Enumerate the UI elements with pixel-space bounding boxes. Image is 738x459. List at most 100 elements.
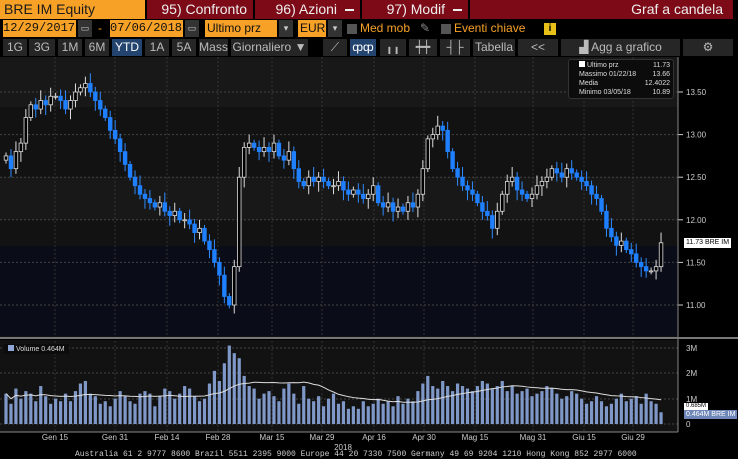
candle	[58, 95, 63, 101]
x-tick-label: Mag 15	[461, 433, 489, 442]
candle	[127, 164, 133, 178]
volume-bar	[29, 393, 33, 424]
candle	[187, 219, 192, 225]
volume-tick-label: 3M	[686, 344, 697, 353]
price-tick-label: 13.50	[686, 88, 707, 97]
candle	[375, 185, 381, 204]
candle	[197, 227, 202, 233]
candle	[569, 168, 574, 174]
volume-bar	[297, 403, 301, 424]
volume-bar	[317, 396, 321, 424]
candle	[217, 261, 222, 276]
candle	[445, 129, 450, 153]
volume-bar	[505, 391, 509, 424]
candle	[653, 266, 659, 272]
candle	[490, 215, 495, 229]
candle	[549, 168, 555, 178]
candle	[425, 138, 431, 170]
volume-bar	[247, 386, 251, 424]
volume-bar	[277, 401, 281, 424]
volume-swatch-icon	[8, 345, 14, 351]
volume-bar	[341, 401, 346, 424]
volume-bar	[535, 393, 539, 424]
candle	[638, 261, 644, 268]
candle	[132, 176, 138, 187]
volume-bar	[44, 396, 48, 424]
volume-bar	[351, 406, 355, 424]
candle	[356, 189, 361, 195]
volume-bar	[207, 383, 212, 424]
volume-bar	[550, 388, 554, 424]
volume-bar	[54, 398, 58, 424]
volume-bar	[24, 391, 28, 424]
candle	[227, 296, 232, 306]
volume-bar	[302, 386, 306, 424]
legend-avg-label: Media	[579, 80, 599, 87]
volume-bar	[153, 406, 157, 424]
candle	[366, 193, 371, 199]
candle	[519, 189, 525, 195]
candle	[400, 206, 406, 212]
volume-bar	[93, 396, 97, 424]
candle	[28, 104, 34, 118]
volume-tag: 0.464M BRE IM	[684, 410, 738, 419]
volume-bar	[421, 383, 425, 424]
candle	[609, 227, 614, 238]
x-tick-label: Apr 16	[362, 433, 386, 442]
volume-bar	[88, 393, 92, 424]
x-tick-label: Giu 29	[621, 433, 645, 442]
legend-box: Ultimo prz 11.73 Massimo 01/22/18 13.66 Me…	[568, 59, 674, 99]
candle	[38, 100, 43, 110]
volume-bar	[108, 406, 112, 424]
volume-bar	[614, 398, 618, 424]
candle	[43, 100, 48, 106]
volume-bar	[4, 393, 8, 424]
legend-avg-value: 12.4022	[644, 80, 670, 87]
candle	[594, 193, 599, 199]
volume-bar	[158, 396, 162, 424]
volume-bar	[63, 393, 68, 424]
volume-bar	[555, 393, 559, 424]
volume-bar	[83, 380, 87, 424]
volume-bar	[178, 393, 182, 424]
candle	[643, 266, 649, 272]
volume-bar	[113, 398, 117, 424]
volume-bar	[599, 401, 604, 424]
candle	[351, 189, 356, 195]
volume-bar	[331, 393, 336, 424]
volume-bar	[237, 358, 241, 424]
volume-bar	[585, 403, 589, 424]
volume-bar	[520, 391, 524, 424]
candle	[266, 146, 272, 153]
candle	[341, 181, 346, 191]
volume-bar	[411, 401, 415, 424]
x-tick-label: Gen 15	[41, 433, 69, 442]
legend-last-label: Ultimo prz	[579, 61, 618, 70]
volume-bar	[103, 401, 107, 424]
candle	[371, 185, 376, 195]
volume-bar	[163, 388, 167, 424]
candle	[311, 176, 316, 182]
candle	[455, 168, 460, 178]
volume-bar	[262, 393, 266, 424]
volume-bar	[396, 396, 400, 424]
candle	[648, 270, 654, 273]
candle	[281, 155, 287, 161]
volume-bar	[9, 403, 13, 424]
candle	[212, 249, 217, 263]
candle	[619, 240, 624, 246]
candle	[584, 181, 589, 187]
candle	[604, 210, 609, 229]
volume-bar	[138, 393, 142, 424]
volume-bar	[326, 398, 331, 424]
candle	[137, 185, 143, 195]
candle	[380, 202, 386, 208]
candle	[261, 146, 267, 153]
volume-bar	[589, 401, 594, 424]
candle	[405, 202, 411, 212]
candle	[207, 240, 212, 251]
candle	[505, 181, 510, 195]
volume-bar	[401, 403, 405, 424]
volume-bar	[148, 393, 152, 424]
volume-bar	[371, 403, 375, 424]
